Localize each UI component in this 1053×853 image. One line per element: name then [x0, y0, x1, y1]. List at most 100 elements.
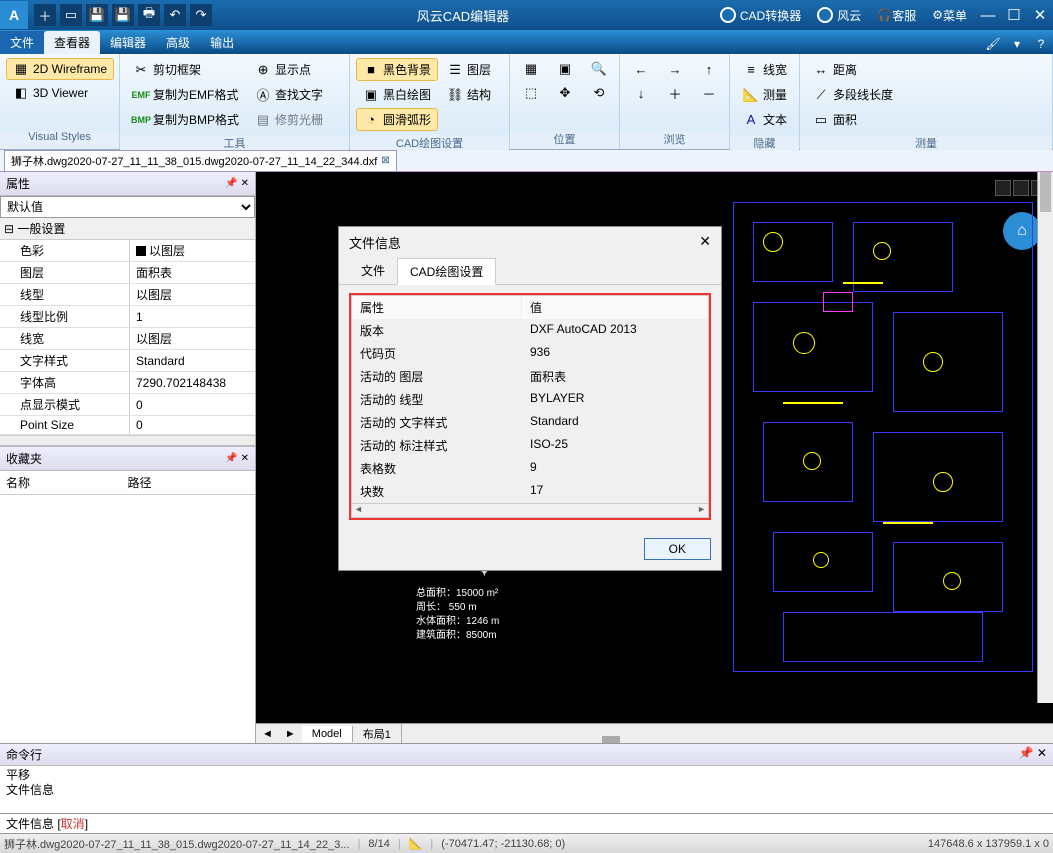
- property-value[interactable]: 7290.702148438: [130, 372, 255, 393]
- close-tab-icon[interactable]: ⊠: [381, 155, 389, 166]
- property-value[interactable]: 以图层: [130, 284, 255, 305]
- distance-button[interactable]: ↔距离: [806, 58, 900, 81]
- layers-button[interactable]: ☰图层: [440, 58, 498, 81]
- polyline-button[interactable]: ⟋多段线长度: [806, 83, 900, 106]
- structure-button[interactable]: ⛓结构: [440, 83, 498, 106]
- property-value[interactable]: 0: [130, 416, 255, 434]
- canvas-vscrollbar[interactable]: [1037, 172, 1053, 703]
- properties-selector[interactable]: 默认值: [0, 196, 255, 218]
- property-row[interactable]: 文字样式Standard: [0, 350, 255, 372]
- wireframe-button[interactable]: ▦2D Wireframe: [6, 58, 114, 80]
- model-tab-model[interactable]: Model: [302, 726, 353, 742]
- cmd-pin-icon[interactable]: 📌 ✕: [1019, 746, 1047, 763]
- copy-bmp-button[interactable]: BMP复制为BMP格式: [126, 108, 246, 131]
- clip-frame-button[interactable]: ✂剪切框架: [126, 58, 246, 81]
- nav-left[interactable]: ←: [626, 58, 656, 80]
- qa-undo-icon[interactable]: ↶: [164, 4, 186, 26]
- dialog-hscrollbar[interactable]: [352, 503, 708, 517]
- pin-icon[interactable]: 📌 ✕: [225, 178, 249, 189]
- command-cancel[interactable]: 取消: [61, 815, 85, 832]
- property-value[interactable]: 以图层: [130, 240, 255, 261]
- close-button[interactable]: ✕: [1027, 6, 1053, 24]
- white-bg-button[interactable]: ▣黑白绘图: [356, 83, 438, 106]
- paint-icon[interactable]: 🖌: [983, 34, 1003, 54]
- select-icon: ⬚: [523, 85, 539, 101]
- fengyun-button[interactable]: 风云: [809, 0, 869, 30]
- menu-button[interactable]: ⚙ 菜单: [924, 0, 975, 30]
- measure-h-button[interactable]: 📐测量: [736, 83, 794, 106]
- qa-save-icon[interactable]: 💾: [86, 4, 108, 26]
- qa-open-icon[interactable]: ▭: [60, 4, 82, 26]
- nav-right[interactable]: →: [660, 58, 690, 80]
- property-key: 线型比例: [0, 306, 130, 327]
- area-button[interactable]: ▭面积: [806, 108, 900, 131]
- nav-minus[interactable]: －: [694, 82, 724, 104]
- property-row[interactable]: 线型以图层: [0, 284, 255, 306]
- pos-btn-5[interactable]: ✥: [550, 82, 580, 104]
- property-value[interactable]: 0: [130, 394, 255, 415]
- dialog-titlebar[interactable]: 文件信息 ✕: [339, 227, 721, 258]
- minimize-button[interactable]: —: [975, 7, 1001, 24]
- show-points-button[interactable]: ⊕显示点: [248, 58, 330, 81]
- fav-pin-icon[interactable]: 📌 ✕: [225, 453, 249, 464]
- nav-up[interactable]: ↑: [694, 58, 724, 80]
- cad-converter-button[interactable]: CAD转换器: [712, 0, 809, 30]
- properties-section[interactable]: ⊟ 一般设置: [0, 218, 255, 240]
- properties-scrollbar[interactable]: [0, 435, 255, 445]
- property-row[interactable]: 线宽以图层: [0, 328, 255, 350]
- tab-viewer[interactable]: 查看器: [44, 31, 100, 54]
- document-tab[interactable]: 狮子林.dwg2020-07-27_11_11_38_015.dwg2020-0…: [4, 150, 397, 172]
- nav-down[interactable]: ↓: [626, 82, 656, 104]
- find-text-button[interactable]: Ⓐ查找文字: [248, 83, 330, 106]
- qa-saveas-icon[interactable]: 💾: [112, 4, 134, 26]
- model-tab-layout1[interactable]: 布局1: [353, 724, 402, 744]
- title-bar: A ＋ ▭ 💾 💾 🖶 ↶ ↷ 风云CAD编辑器 CAD转换器 风云 🎧 客服 …: [0, 0, 1053, 30]
- viewer3d-button[interactable]: ◧3D Viewer: [6, 82, 114, 104]
- dialog-cell-value: BYLAYER: [522, 388, 708, 411]
- dropdown-icon[interactable]: ▾: [1007, 34, 1027, 54]
- status-tool-icon[interactable]: 📐: [409, 837, 423, 850]
- property-value[interactable]: 以图层: [130, 328, 255, 349]
- property-row[interactable]: 色彩以图层: [0, 240, 255, 262]
- service-button[interactable]: 🎧 客服: [869, 0, 924, 30]
- qa-print-icon[interactable]: 🖶: [138, 4, 160, 26]
- cad-drawing: [733, 182, 1043, 682]
- qa-new-icon[interactable]: ＋: [34, 4, 56, 26]
- dialog-cell-key: 代码页: [352, 342, 522, 365]
- command-input-bar[interactable]: 文件信息 [ 取消 ]: [0, 813, 1053, 833]
- dialog-close-icon[interactable]: ✕: [699, 233, 711, 252]
- text-button[interactable]: A文本: [736, 108, 794, 131]
- pos-btn-4[interactable]: ⬚: [516, 82, 546, 104]
- pos-btn-6[interactable]: ⟲: [584, 82, 614, 104]
- pos-btn-3[interactable]: 🔍: [584, 58, 614, 80]
- property-row[interactable]: Point Size0: [0, 416, 255, 435]
- model-tab-prev[interactable]: ◄: [256, 728, 279, 740]
- maximize-button[interactable]: ☐: [1001, 6, 1027, 24]
- property-row[interactable]: 点显示模式0: [0, 394, 255, 416]
- property-row[interactable]: 线型比例1: [0, 306, 255, 328]
- property-value[interactable]: Standard: [130, 350, 255, 371]
- tab-file[interactable]: 文件: [0, 31, 44, 54]
- pan-icon: ✥: [557, 85, 573, 101]
- help-icon[interactable]: ?: [1031, 34, 1051, 54]
- tab-advanced[interactable]: 高级: [156, 31, 200, 54]
- property-row[interactable]: 字体高7290.702148438: [0, 372, 255, 394]
- black-bg-button[interactable]: ■黑色背景: [356, 58, 438, 81]
- dialog-tab-settings[interactable]: CAD绘图设置: [397, 258, 496, 285]
- dialog-ok-button[interactable]: OK: [644, 538, 711, 560]
- pos-btn-2[interactable]: ▣: [550, 58, 580, 80]
- dialog-tab-file[interactable]: 文件: [349, 258, 397, 284]
- linewidth-button[interactable]: ≡线宽: [736, 58, 794, 81]
- model-tab-next[interactable]: ►: [279, 728, 302, 740]
- property-value[interactable]: 面积表: [130, 262, 255, 283]
- qa-redo-icon[interactable]: ↷: [190, 4, 212, 26]
- nav-plus[interactable]: ＋: [660, 82, 690, 104]
- property-row[interactable]: 图层面积表: [0, 262, 255, 284]
- pos-btn-1[interactable]: ▦: [516, 58, 546, 80]
- tab-editor[interactable]: 编辑器: [100, 31, 156, 54]
- smooth-arc-button[interactable]: ◔圆滑弧形: [356, 108, 438, 131]
- linewidth-icon: ≡: [743, 62, 759, 78]
- tab-output[interactable]: 输出: [200, 31, 244, 54]
- property-value[interactable]: 1: [130, 306, 255, 327]
- copy-emf-button[interactable]: EMF复制为EMF格式: [126, 83, 246, 106]
